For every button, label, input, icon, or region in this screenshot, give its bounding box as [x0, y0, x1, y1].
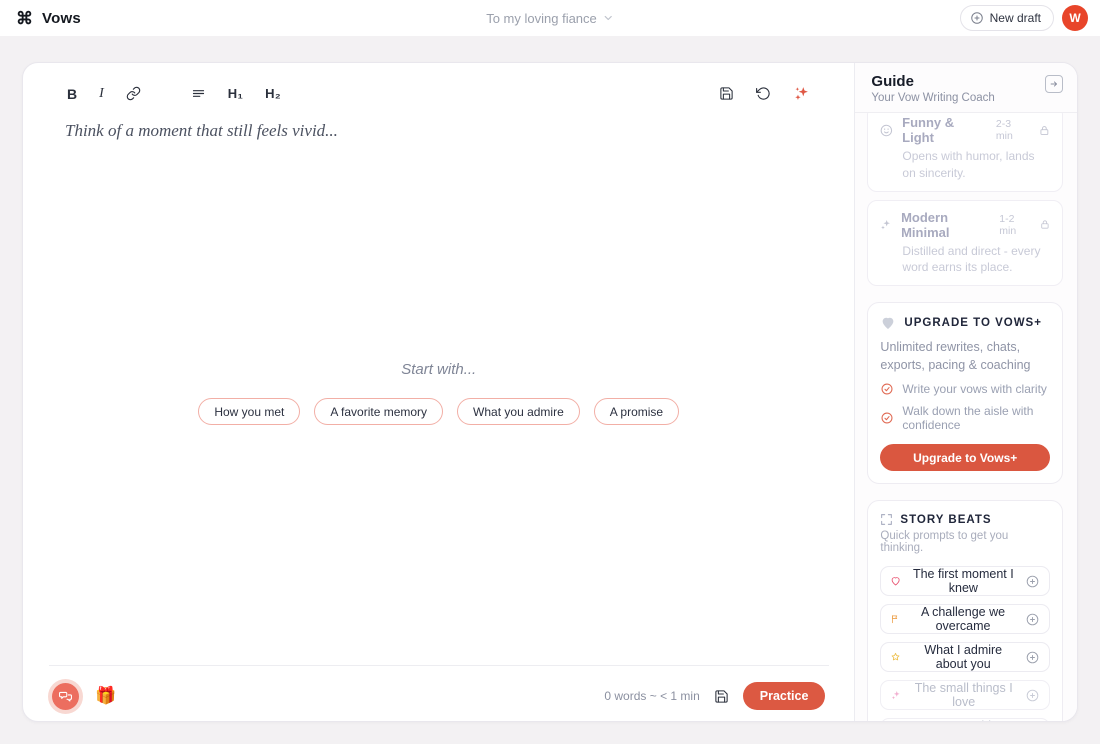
- heading2-button[interactable]: H₂: [263, 84, 283, 103]
- beat-label: A challenge we overcame: [920, 605, 1006, 634]
- starter-section: Start with... How you met A favorite mem…: [23, 361, 854, 425]
- upgrade-benefit: Write your vows with clarity: [880, 382, 1050, 396]
- plus-circle-icon: [1026, 651, 1039, 663]
- style-card-modern-minimal[interactable]: Modern Minimal 1-2 min Distilled and dir…: [867, 199, 1063, 287]
- vow-editor[interactable]: B I H₁ H₂ Think of a moment that still f…: [23, 63, 854, 721]
- new-draft-button[interactable]: New draft: [959, 5, 1054, 31]
- editor-toolbar: B I H₁ H₂: [65, 83, 812, 104]
- style-card-name: Funny & Light: [902, 115, 955, 145]
- sparkles-icon: [795, 87, 809, 100]
- plus-circle-icon: [970, 12, 983, 24]
- style-card-name: Modern Minimal: [901, 209, 950, 240]
- top-bar: ⌘ Vows To my loving fiance New draft W: [0, 0, 1100, 36]
- upgrade-button[interactable]: Upgrade to Vows+: [880, 444, 1050, 472]
- link-button[interactable]: [124, 84, 143, 103]
- heart-icon: [892, 577, 900, 586]
- chevron-down-icon: [604, 15, 612, 21]
- heading1-button[interactable]: H₁: [226, 84, 245, 103]
- check-circle-icon: [881, 383, 893, 395]
- upgrade-card: UPGRADE TO VOWS+ Unlimited rewrites, cha…: [867, 302, 1063, 485]
- main-card: B I H₁ H₂ Think of a moment that still f…: [22, 62, 1078, 722]
- plus-circle-icon: [1026, 613, 1039, 625]
- sparkles-icon: [881, 220, 891, 230]
- word-count: 0 words ~ < 1 min: [604, 689, 700, 703]
- guide-scroll-area[interactable]: Funny & Light 2-3 min Opens with humor, …: [855, 113, 1077, 721]
- align-lines-icon: [192, 90, 204, 97]
- italic-button[interactable]: I: [97, 84, 106, 104]
- guide-header: Guide Your Vow Writing Coach: [855, 63, 1077, 113]
- lock-icon: [1040, 125, 1049, 135]
- avatar[interactable]: W: [1062, 5, 1088, 31]
- check-circle-icon: [881, 412, 893, 424]
- smiley-icon: [881, 124, 893, 136]
- practice-button[interactable]: Practice: [742, 682, 826, 710]
- starter-pill-how-you-met[interactable]: How you met: [198, 398, 301, 425]
- beat-challenge-overcame[interactable]: A challenge we overcame: [880, 604, 1050, 635]
- beat-day-everything-changed[interactable]: Day everything changed: [880, 718, 1050, 721]
- app-title: Vows: [42, 9, 81, 27]
- app-logo: ⌘ Vows: [16, 10, 81, 27]
- editor-placeholder: Think of a moment that still feels vivid…: [65, 121, 338, 140]
- undo-icon: [756, 87, 771, 100]
- story-beats-card: STORY BEATS Quick prompts to get you thi…: [867, 500, 1063, 721]
- chat-bubbles-icon: [59, 691, 72, 701]
- arrow-right-icon: [1050, 81, 1057, 87]
- beat-label: Day everything changed: [910, 719, 1017, 721]
- feedback-chat-button[interactable]: [52, 682, 79, 710]
- upgrade-benefit: Walk down the aisle with confidence: [880, 404, 1050, 432]
- heart-icon: [883, 317, 894, 330]
- guide-title: Guide: [871, 73, 914, 90]
- align-button[interactable]: [189, 84, 208, 103]
- save-icon: [715, 689, 728, 703]
- beat-label: What I admire about you: [924, 643, 1003, 672]
- style-card-duration: 1-2 min: [999, 212, 1017, 237]
- avatar-initial: W: [1069, 11, 1081, 25]
- starter-pill-favorite-memory[interactable]: A favorite memory: [314, 398, 444, 425]
- sparkles-icon: [892, 691, 901, 700]
- guide-panel: Guide Your Vow Writing Coach Funny & Lig…: [854, 63, 1077, 721]
- beat-label: The first moment I knew: [912, 567, 1014, 596]
- save-button[interactable]: [717, 84, 736, 103]
- ai-rewrite-button[interactable]: [791, 83, 812, 104]
- plus-circle-icon: [1026, 575, 1039, 587]
- save-draft-button[interactable]: [712, 687, 731, 706]
- beat-small-things[interactable]: The small things I love: [880, 680, 1050, 711]
- upgrade-title: UPGRADE TO VOWS+: [904, 317, 1042, 330]
- story-beats-title: STORY BEATS: [900, 513, 992, 526]
- upgrade-description: Unlimited rewrites, chats, exports, paci…: [880, 340, 1031, 372]
- start-with-label: Start with...: [401, 361, 477, 378]
- style-card-description: Opens with humor, lands on sincerity.: [902, 149, 1035, 180]
- beat-label: The small things I love: [914, 681, 1013, 710]
- command-icon: ⌘: [16, 8, 33, 28]
- gift-button[interactable]: 🎁: [95, 686, 116, 706]
- expand-icon: [881, 514, 893, 526]
- link-icon: [126, 86, 141, 101]
- beat-first-moment[interactable]: The first moment I knew: [880, 566, 1050, 597]
- flag-icon: [892, 615, 898, 624]
- benefit-label: Write your vows with clarity: [902, 382, 1047, 397]
- starter-pill-what-you-admire[interactable]: What you admire: [457, 398, 580, 425]
- bold-button[interactable]: B: [65, 84, 79, 104]
- guide-subtitle: Your Vow Writing Coach: [871, 92, 995, 104]
- editor-footer: 🎁 0 words ~ < 1 min Practice: [52, 675, 826, 717]
- starter-pill-a-promise[interactable]: A promise: [593, 398, 680, 425]
- plus-circle-icon: [1026, 689, 1039, 701]
- collapse-panel-button[interactable]: [1045, 75, 1063, 93]
- draft-selector[interactable]: To my loving fiance: [486, 0, 614, 36]
- benefit-label: Walk down the aisle with confidence: [902, 404, 1034, 433]
- footer-divider: [49, 665, 830, 666]
- story-beats-subtitle: Quick prompts to get you thinking.: [880, 530, 1009, 555]
- style-card-funny-light[interactable]: Funny & Light 2-3 min Opens with humor, …: [867, 113, 1063, 192]
- draft-selector-label: To my loving fiance: [486, 10, 597, 26]
- new-draft-label: New draft: [989, 11, 1041, 25]
- beat-what-i-admire[interactable]: What I admire about you: [880, 642, 1050, 673]
- undo-button[interactable]: [754, 84, 773, 103]
- style-card-description: Distilled and direct - every word earns …: [902, 243, 1041, 275]
- star-icon: [892, 653, 900, 661]
- lock-icon: [1041, 220, 1049, 229]
- save-icon: [720, 87, 734, 100]
- style-card-duration: 2-3 min: [995, 118, 1013, 142]
